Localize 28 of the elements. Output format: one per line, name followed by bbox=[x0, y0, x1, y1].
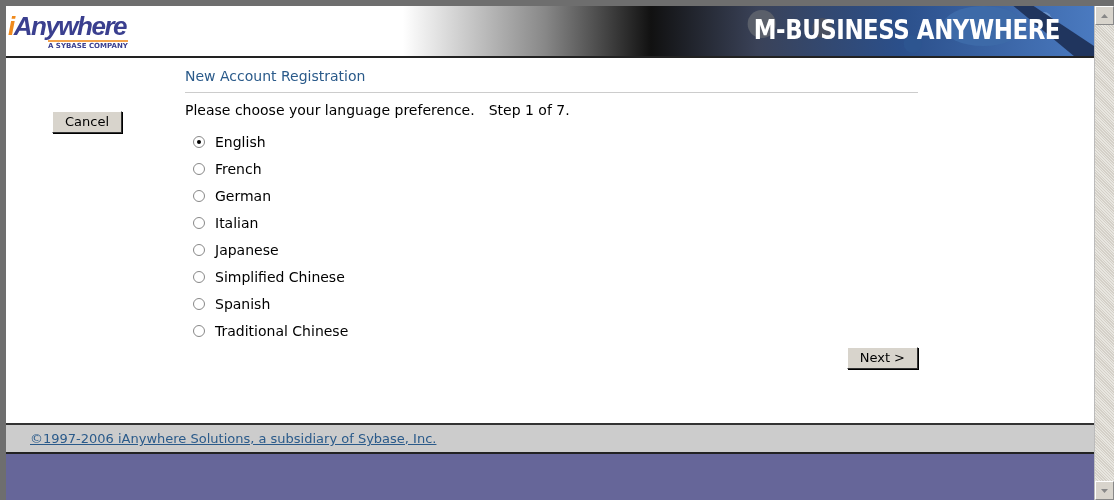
radio-button[interactable] bbox=[193, 189, 205, 202]
copyright-link[interactable]: ©1997-2006 iAnywhere Solutions, a subsidiary of Sybase, Inc. bbox=[30, 431, 437, 446]
banner-title: M-BUSINESS ANYWHERE bbox=[753, 15, 1060, 45]
language-label[interactable]: Simplified Chinese bbox=[215, 268, 345, 285]
form-title: New Account Registration bbox=[185, 58, 918, 93]
up-arrow-icon bbox=[1101, 13, 1108, 18]
step-indicator: Step 1 of 7. bbox=[488, 102, 570, 118]
scroll-down-button[interactable] bbox=[1095, 481, 1114, 500]
cancel-button[interactable]: Cancel bbox=[52, 111, 123, 133]
radio-button[interactable] bbox=[193, 243, 205, 256]
language-label[interactable]: French bbox=[215, 160, 262, 177]
language-label[interactable]: Italian bbox=[215, 214, 259, 231]
down-arrow-icon bbox=[1101, 488, 1108, 493]
radio-button[interactable] bbox=[193, 270, 205, 283]
logo-text: iAnywhere bbox=[8, 12, 126, 40]
radio-button[interactable] bbox=[193, 216, 205, 229]
radio-button[interactable] bbox=[193, 162, 205, 175]
radio-button[interactable] bbox=[193, 297, 205, 310]
radio-button[interactable] bbox=[193, 135, 205, 148]
language-label[interactable]: English bbox=[215, 133, 266, 150]
language-label[interactable]: Japanese bbox=[215, 241, 279, 258]
language-label[interactable]: Traditional Chinese bbox=[215, 322, 349, 339]
language-label[interactable]: Spanish bbox=[215, 295, 271, 312]
radio-button[interactable] bbox=[193, 324, 205, 337]
prompt-text: Please choose your language preference. bbox=[185, 102, 475, 118]
next-button[interactable]: Next > bbox=[846, 347, 918, 369]
language-label[interactable]: German bbox=[215, 187, 272, 204]
scroll-up-button[interactable] bbox=[1095, 6, 1114, 25]
